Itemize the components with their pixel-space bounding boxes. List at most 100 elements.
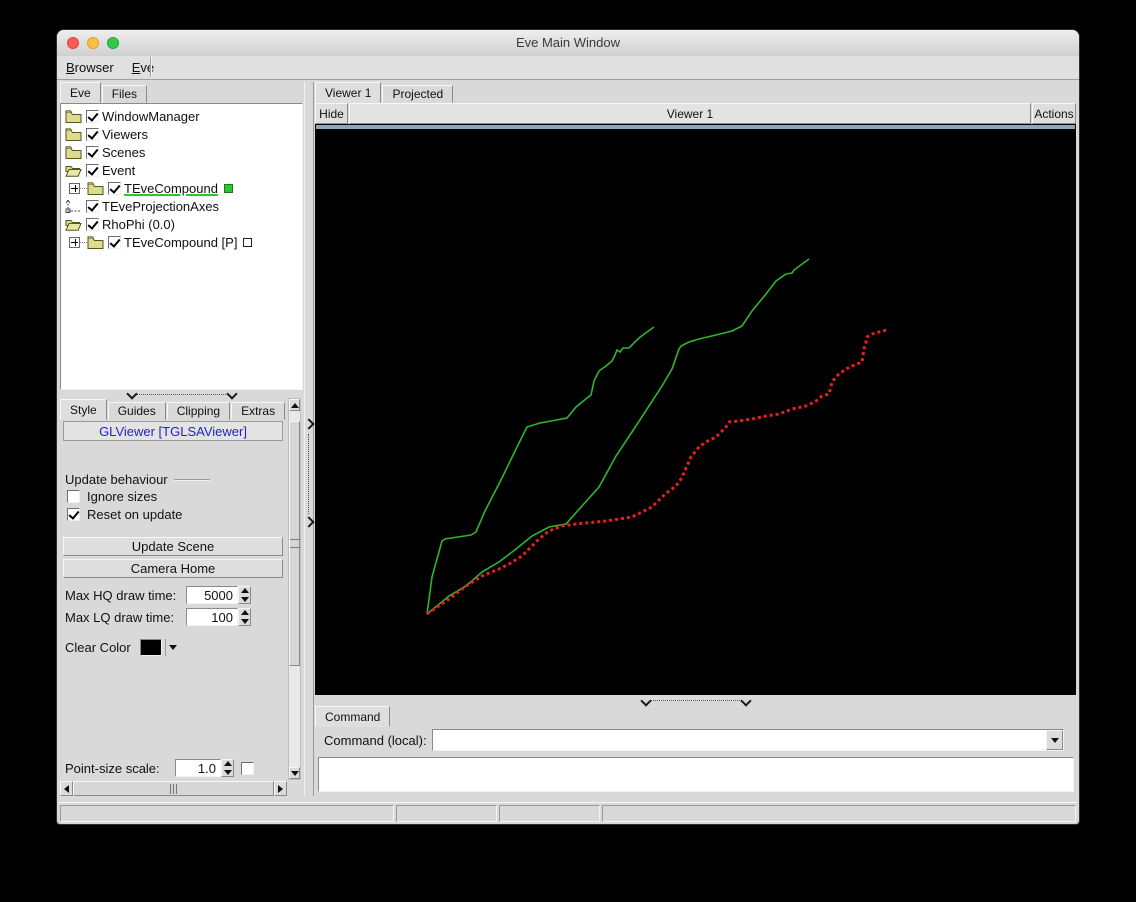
style-horizontal-scrollbar[interactable] [60,781,287,796]
tree-row[interactable]: Viewers [61,125,302,143]
tab-files[interactable]: Files [101,85,148,103]
checkbox[interactable] [241,761,254,775]
tab-extras[interactable]: Extras [231,402,286,420]
tree-row[interactable]: WindowManager [61,107,302,125]
scroll-up-icon [290,402,299,408]
tree-item-label[interactable]: TEveCompound [P] [124,235,237,250]
tree-row[interactable]: TEveCompound [P] [61,233,302,251]
spinner-arrows[interactable] [221,759,234,777]
tab-style[interactable]: Style [60,399,107,420]
color-dropdown-button[interactable] [165,639,180,656]
hide-button[interactable]: Hide [315,103,348,124]
checkbox[interactable] [86,163,99,177]
scroll-right-button[interactable] [274,781,287,796]
tree-row[interactable]: TEveCompound [61,179,302,197]
empty-square-marker[interactable] [243,237,253,247]
checkbox[interactable] [86,109,99,123]
tree-item-label[interactable]: TEveProjectionAxes [102,199,219,214]
checkbox[interactable] [86,145,99,159]
splitter-dots [308,434,309,514]
checkbox[interactable] [67,490,80,503]
scrollbar-thumb[interactable] [73,781,274,796]
tree-item-label[interactable]: RhoPhi (0.0) [102,217,175,232]
max-hq-input[interactable]: 5000 [186,586,238,604]
collapse-right-icon[interactable] [303,516,315,528]
collapse-up-icon[interactable] [639,694,652,707]
tree-row[interactable]: TEveProjectionAxes [61,197,302,215]
green-square-marker[interactable] [223,183,233,193]
ignore-sizes-row[interactable]: Ignore sizes [67,489,157,504]
expand-icon[interactable] [69,182,80,194]
title-bar[interactable]: Eve Main Window [57,30,1079,57]
spin-up-icon[interactable] [240,610,249,615]
thumb-grip [290,539,299,548]
spin-down-icon[interactable] [240,597,249,602]
tree-row[interactable]: RhoPhi (0.0) [61,215,302,233]
collapse-left-icon[interactable] [303,418,315,430]
command-combobox[interactable] [432,729,1064,751]
command-input[interactable] [433,730,1046,750]
reset-on-update-row[interactable]: Reset on update [67,507,182,522]
tab-eve[interactable]: Eve [60,82,101,103]
tree-item-label[interactable]: TEveCompound [124,181,218,196]
max-lq-row: Max LQ draw time: 100 [65,608,251,626]
checkbox[interactable] [108,181,121,195]
tree-item-label[interactable]: WindowManager [102,109,200,124]
menu-browser[interactable]: Browser [57,60,123,75]
check-icon [86,127,99,140]
checkbox[interactable] [108,235,121,249]
checkbox[interactable] [86,127,99,141]
collapse-down-icon[interactable] [739,694,752,707]
style-vertical-scrollbar[interactable] [288,398,301,780]
scrollbar-thumb[interactable] [289,421,300,666]
scene-tree[interactable]: WindowManager Viewers Scenes Event TEveC… [60,103,303,390]
checkbox[interactable] [86,199,99,213]
tab-command[interactable]: Command [315,706,391,727]
tree-item-label[interactable]: Viewers [102,127,148,142]
max-lq-input[interactable]: 100 [186,608,238,626]
status-bar [59,802,1077,824]
expand-icon[interactable] [69,236,80,248]
scroll-up-button[interactable] [289,399,300,411]
point-size-input[interactable]: 1.0 [175,759,221,777]
splitter-dots [649,700,742,701]
viewer-title-bar[interactable]: Viewer 1 [349,103,1031,124]
check-icon [86,163,99,176]
camera-home-button[interactable]: Camera Home [63,559,283,578]
glviewer-button[interactable]: GLViewer [TGLSAViewer] [63,421,283,441]
tree-item-label[interactable]: Scenes [102,145,145,160]
tree-row[interactable]: Event [61,161,302,179]
checkbox[interactable] [67,508,80,521]
tab-viewer-1[interactable]: Viewer 1 [315,82,382,103]
actions-button[interactable]: Actions [1032,103,1076,124]
command-output[interactable] [318,757,1074,792]
viewer-header: Hide Viewer 1 Actions [315,103,1076,124]
point-size-row: Point-size scale: 1.0 [65,759,254,777]
spin-down-icon[interactable] [240,619,249,624]
style-panel: GLViewer [TGLSAViewer] Update behaviour … [60,420,288,781]
scroll-down-button[interactable] [289,767,300,779]
update-scene-button[interactable]: Update Scene [63,537,283,556]
tab-projected[interactable]: Projected [382,85,454,103]
clear-color-swatch[interactable] [140,639,162,656]
viewer-command-splitter[interactable] [315,694,1076,707]
command-history-dropdown[interactable] [1046,730,1063,750]
spin-up-icon[interactable] [223,761,232,766]
tab-guides[interactable]: Guides [107,402,166,420]
panel-vertical-splitter[interactable] [303,82,315,796]
update-behaviour-label: Update behaviour [65,472,210,487]
max-hq-row: Max HQ draw time: 5000 [65,586,251,604]
tree-style-splitter[interactable] [60,388,303,400]
scroll-left-button[interactable] [60,781,73,796]
spin-down-icon[interactable] [223,770,232,775]
tree-row[interactable]: Scenes [61,143,302,161]
spin-up-icon[interactable] [240,588,249,593]
spinner-arrows[interactable] [238,608,251,626]
tree-item-label[interactable]: Event [102,163,135,178]
menu-eve[interactable]: Eve [123,60,163,75]
menu-separator [150,57,152,77]
gl-viewport[interactable] [315,124,1076,695]
tab-clipping[interactable]: Clipping [166,402,231,420]
spinner-arrows[interactable] [238,586,251,604]
checkbox[interactable] [86,217,99,231]
